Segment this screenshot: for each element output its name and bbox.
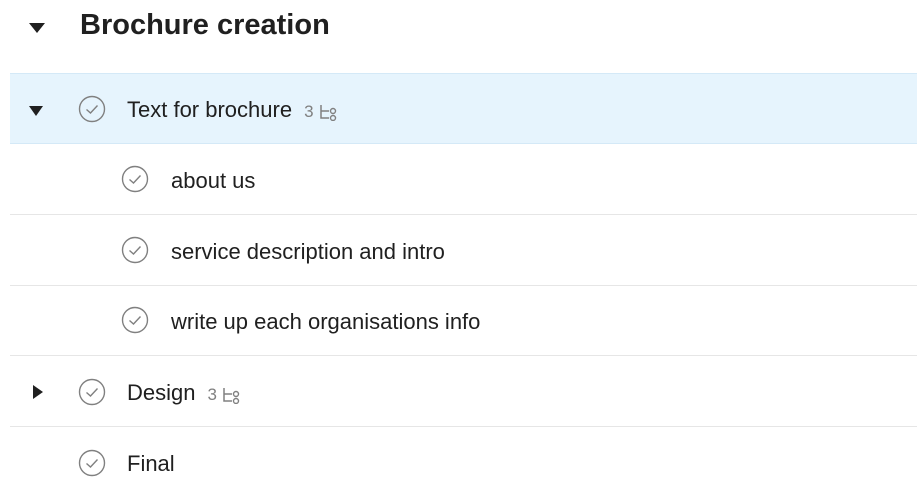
subtask-label[interactable]: write up each organisations info [171,309,480,335]
check-circle-icon[interactable] [121,165,149,193]
subtask-row[interactable]: about us [10,144,917,215]
check-circle-icon[interactable] [78,95,106,123]
subtasks-icon [223,388,240,404]
subtasks-icon [319,105,336,121]
task-row[interactable]: Text for brochure 3 [10,73,917,144]
subtask-label[interactable]: service description and intro [171,239,445,265]
task-item[interactable]: Text for brochure 3 [127,97,338,125]
task-list: Brochure creation Text for brochure 3 abo… [0,0,917,493]
check-circle-icon[interactable] [121,306,149,334]
triangle-down-icon[interactable] [28,103,44,119]
subtask-row[interactable]: write up each organisations info [10,285,917,356]
subtask-count[interactable]: 3 [207,382,240,408]
task-row[interactable]: Design 3 [10,356,917,427]
triangle-right-icon[interactable] [30,384,46,400]
section-collapse-icon[interactable] [27,20,47,36]
check-circle-icon[interactable] [78,378,106,406]
subtask-label[interactable]: about us [171,168,255,194]
section-title: Brochure creation [80,9,330,41]
task-row[interactable]: Final [10,427,917,493]
task-label[interactable]: Final [127,451,175,477]
task-label: Text for brochure [127,97,293,122]
task-label: Design [127,380,196,405]
check-circle-icon[interactable] [121,236,149,264]
subtask-row[interactable]: service description and intro [10,215,917,286]
task-item[interactable]: Design 3 [127,380,241,408]
check-circle-icon[interactable] [78,449,106,477]
subtask-count[interactable]: 3 [304,99,337,125]
section-header: Brochure creation [0,0,917,56]
